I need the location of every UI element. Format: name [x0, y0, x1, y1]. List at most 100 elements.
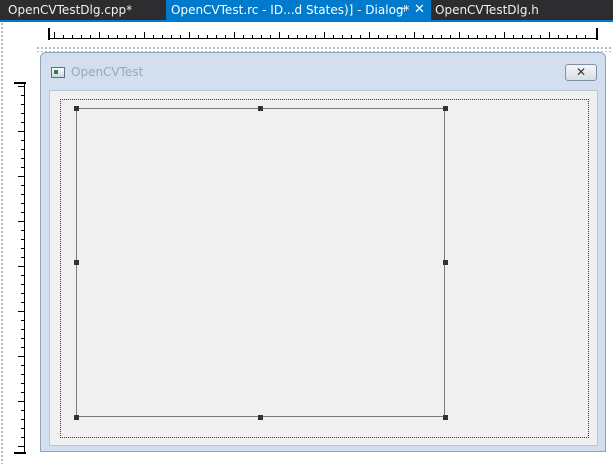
dialog-window[interactable]: OpenCVTest ✕	[40, 52, 606, 452]
resize-handle-right[interactable]	[443, 260, 448, 265]
tab-opencvtest-rc-dialog[interactable]: OpenCVTest.rc - ID...d States)] - Dialog…	[166, 0, 431, 20]
ruler-tick	[21, 167, 24, 168]
ruler-tick	[72, 35, 73, 38]
ruler-tick	[18, 176, 24, 177]
ruler-tick	[21, 95, 24, 96]
resize-handle-top[interactable]	[258, 106, 263, 111]
picture-control[interactable]	[76, 108, 445, 417]
ruler-tick	[81, 35, 82, 38]
ruler-tick	[180, 35, 181, 38]
ruler-tick	[450, 35, 451, 38]
ruler-tick	[21, 113, 24, 114]
ruler-tick	[21, 320, 24, 321]
ruler-tick	[234, 32, 235, 38]
ruler-tick	[21, 428, 24, 429]
tab-label: OpenCVTestDlg.cpp*	[8, 3, 133, 17]
ruler-tick	[99, 32, 100, 38]
ruler-tick	[531, 35, 532, 38]
ruler-tick	[18, 266, 24, 267]
resize-handle-top-right[interactable]	[443, 106, 448, 111]
ruler-tick	[360, 35, 361, 38]
ruler-tick	[21, 374, 24, 375]
ruler-tick	[171, 35, 172, 38]
ruler-tick	[315, 35, 316, 38]
ruler-tick	[21, 329, 24, 330]
ruler-tick	[576, 35, 577, 38]
ruler-tick	[387, 35, 388, 38]
ruler-tick	[18, 401, 24, 402]
tab-label: OpenCVTestDlg.h	[435, 3, 539, 17]
ruler-tick	[162, 35, 163, 38]
dialog-designer-surface[interactable]: OpenCVTest ✕	[0, 22, 613, 464]
ruler-tick	[18, 86, 24, 87]
ruler-tick	[459, 32, 460, 38]
ruler-tick	[90, 35, 91, 38]
ruler-tick	[468, 35, 469, 38]
ruler-tick	[21, 419, 24, 420]
ruler-tick	[495, 35, 496, 38]
ruler-tick	[333, 35, 334, 38]
ruler-tick	[54, 32, 55, 38]
ruler-tick	[117, 35, 118, 38]
resize-handle-top-left[interactable]	[74, 106, 79, 111]
vertical-ruler[interactable]	[12, 82, 28, 454]
tab-label: OpenCVTest.rc - ID...d States)] - Dialog…	[171, 3, 410, 17]
document-tab-bar: OpenCVTestDlg.cpp* OpenCVTest.rc - ID...…	[0, 0, 613, 20]
ruler-tick	[21, 140, 24, 141]
ruler-tick	[21, 203, 24, 204]
tab-opencvtestdlg-h[interactable]: OpenCVTestDlg.h	[431, 0, 613, 20]
close-icon[interactable]: ✕	[414, 0, 425, 20]
ruler-tick	[21, 230, 24, 231]
ruler-tick	[135, 35, 136, 38]
ruler-tick	[18, 446, 24, 447]
ruler-tick	[396, 35, 397, 38]
ruler-tick	[432, 35, 433, 38]
resize-handle-left[interactable]	[74, 260, 79, 265]
ruler-tick	[21, 392, 24, 393]
ruler-tick	[21, 104, 24, 105]
ruler-tick	[18, 131, 24, 132]
resize-handle-bottom-left[interactable]	[74, 415, 79, 420]
pin-icon[interactable]: ⊣	[397, 0, 406, 20]
ruler-tick	[21, 248, 24, 249]
ruler-tick	[549, 32, 550, 38]
ruler-tick	[21, 293, 24, 294]
app-window-icon	[51, 67, 65, 78]
ruler-tick	[324, 32, 325, 38]
ruler-tick	[486, 35, 487, 38]
ruler-tick	[270, 35, 271, 38]
ruler-tick	[216, 35, 217, 38]
dialog-client-area[interactable]	[49, 90, 598, 446]
ruler-tick	[189, 32, 190, 38]
ruler-tick	[21, 383, 24, 384]
ruler-tick	[252, 35, 253, 38]
ruler-tick	[261, 35, 262, 38]
ruler-tick	[522, 35, 523, 38]
ruler-end-marker	[48, 28, 50, 40]
ruler-tick	[18, 311, 24, 312]
tab-opencvtestdlg-cpp[interactable]: OpenCVTestDlg.cpp*	[0, 0, 166, 20]
dialog-title: OpenCVTest	[71, 65, 144, 79]
horizontal-ruler[interactable]	[48, 26, 598, 42]
ruler-tick	[21, 194, 24, 195]
ruler-tick	[405, 35, 406, 38]
ruler-end-marker	[14, 82, 26, 84]
ruler-end-marker	[596, 28, 598, 40]
dialog-close-button[interactable]: ✕	[565, 64, 597, 81]
resize-handle-bottom[interactable]	[258, 415, 263, 420]
ruler-tick	[297, 35, 298, 38]
ruler-tick	[21, 257, 24, 258]
ruler-tick	[21, 338, 24, 339]
resize-handle-bottom-right[interactable]	[443, 415, 448, 420]
ruler-tick	[63, 35, 64, 38]
ruler-tick	[441, 35, 442, 38]
ruler-end-marker	[14, 452, 26, 454]
ruler-tick	[21, 284, 24, 285]
dialog-titlebar[interactable]: OpenCVTest ✕	[41, 53, 605, 81]
ruler-tick	[21, 275, 24, 276]
ruler-tick	[21, 302, 24, 303]
ruler-tick	[558, 35, 559, 38]
ruler-tick	[504, 32, 505, 38]
ruler-tick	[21, 410, 24, 411]
ruler-tick	[288, 35, 289, 38]
